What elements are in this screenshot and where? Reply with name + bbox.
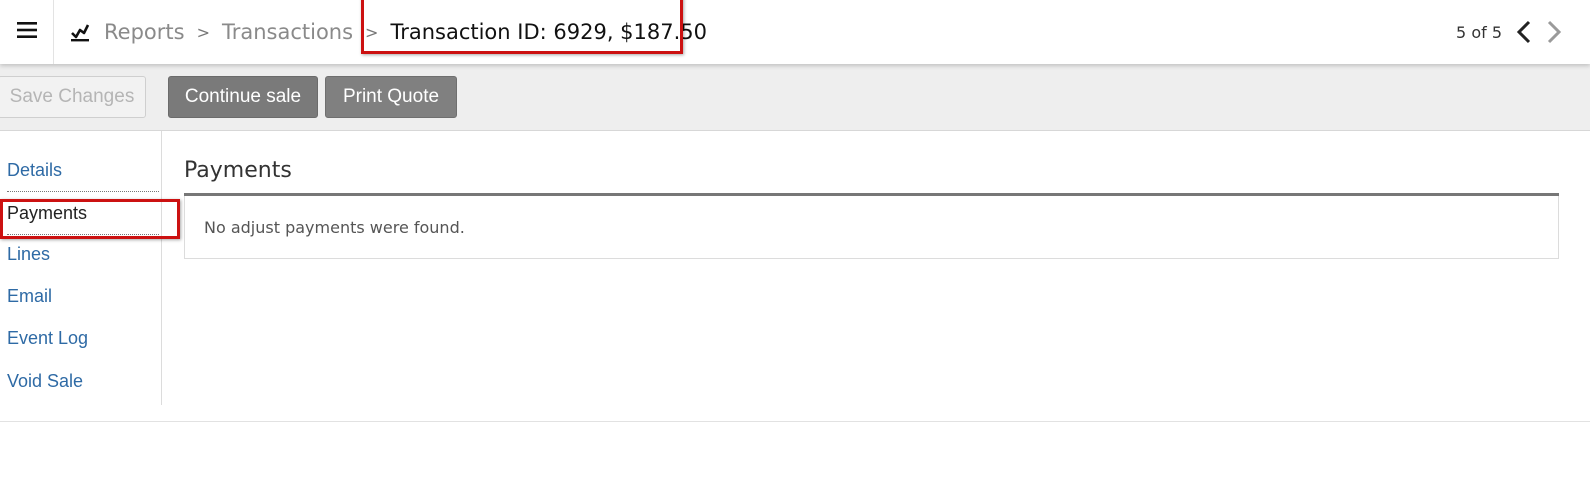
breadcrumb-transactions[interactable]: Transactions <box>222 20 353 44</box>
reports-chart-icon[interactable] <box>70 22 90 42</box>
empty-state-message: No adjust payments were found. <box>204 218 465 237</box>
sidebar-item-lines[interactable]: Lines <box>7 244 159 265</box>
content-bottom-divider <box>0 421 1590 422</box>
record-pager: 5 of 5 <box>1456 0 1562 64</box>
sidebar-item-payments[interactable]: Payments <box>7 203 159 235</box>
top-header: Reports > Transactions > Transaction ID:… <box>0 0 1590 64</box>
sidebar-item-email[interactable]: Email <box>7 286 159 307</box>
sidebar-item-void-sale[interactable]: Void Sale <box>7 371 159 392</box>
pager-count: 5 of 5 <box>1456 22 1502 42</box>
hamburger-icon[interactable] <box>16 22 37 42</box>
page-title: Transaction ID: 6929, $187.50 <box>390 20 708 44</box>
chevron-right-separator-icon: > <box>196 22 210 42</box>
chevron-left-icon[interactable] <box>1516 20 1532 44</box>
chevron-right-separator-icon: > <box>365 22 379 42</box>
breadcrumb: Reports > Transactions > Transaction ID:… <box>70 0 707 64</box>
save-changes-button[interactable]: Save Changes <box>0 76 146 118</box>
continue-sale-button[interactable]: Continue sale <box>168 76 318 118</box>
breadcrumb-reports[interactable]: Reports <box>104 20 185 44</box>
menu-button[interactable] <box>0 0 54 64</box>
sidebar-item-details[interactable]: Details <box>7 160 159 192</box>
sidebar-nav: Details Payments Lines Email Event Log V… <box>0 131 162 405</box>
section-title: Payments <box>184 158 292 183</box>
chevron-right-icon[interactable] <box>1546 20 1562 44</box>
sidebar-item-event-log[interactable]: Event Log <box>7 328 159 349</box>
payments-panel: No adjust payments were found. <box>184 196 1559 259</box>
print-quote-button[interactable]: Print Quote <box>325 76 457 118</box>
action-toolbar: Save Changes Continue sale Print Quote <box>0 64 1590 131</box>
